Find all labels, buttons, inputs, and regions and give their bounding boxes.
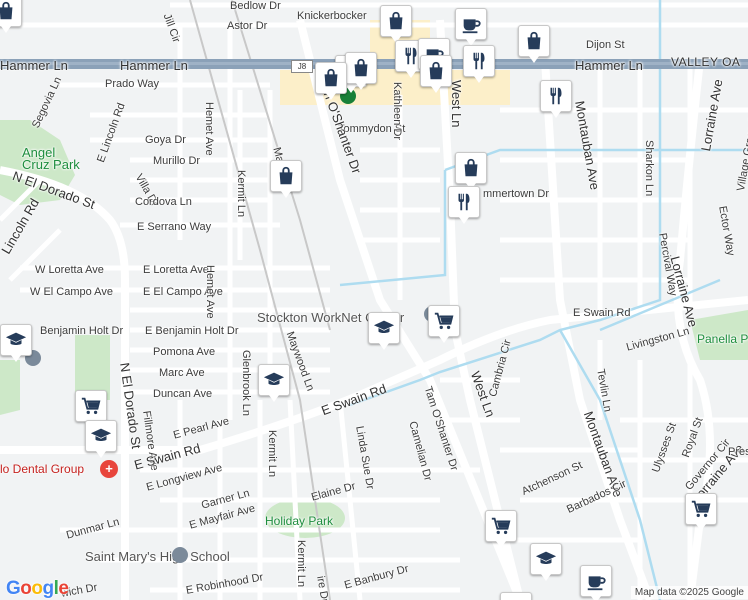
street-pomona: Pomona Ave <box>153 346 216 358</box>
school-dot-icon <box>172 547 188 563</box>
shopping-marker[interactable] <box>518 25 550 63</box>
street-benjamin-w: Benjamin Holt Dr <box>40 325 124 337</box>
restaurant-marker[interactable] <box>540 80 572 118</box>
school-marker[interactable] <box>368 312 400 350</box>
street-glenbrook: Glenbrook Ln <box>240 350 252 417</box>
shopping-cart-icon <box>80 395 102 417</box>
place-dental-group[interactable]: lo Dental Group <box>0 463 84 475</box>
shopping-bag-icon <box>275 165 297 187</box>
coffee-cup-icon <box>585 570 607 592</box>
shopping-marker[interactable] <box>455 152 487 190</box>
restaurant-marker[interactable] <box>448 186 480 224</box>
graduation-cap-icon <box>535 548 557 570</box>
place-angel-cruz-park[interactable]: Angel Cruz Park <box>22 146 82 171</box>
fork-knife-icon <box>468 50 490 72</box>
street-astor: Astor Dr <box>227 20 268 32</box>
school-marker[interactable] <box>258 364 290 402</box>
road-valley-oak: VALLEY OA <box>671 55 741 69</box>
school-marker[interactable] <box>530 543 562 581</box>
shopping-marker[interactable] <box>420 55 452 93</box>
street-kermit-top: Kermit Ln <box>235 170 247 218</box>
street-summertown: mmertown Dr <box>483 188 550 200</box>
grocery-marker[interactable] <box>485 510 517 548</box>
shopping-bag-icon <box>523 30 545 52</box>
place-holiday-park[interactable]: Holiday Park <box>265 515 333 527</box>
place-saint-marys[interactable]: Saint Mary's High School <box>85 550 230 563</box>
shopping-bag-icon <box>0 0 17 22</box>
grocery-marker[interactable] <box>75 390 107 428</box>
street-e-serrano: E Serrano Way <box>137 221 212 233</box>
shopping-cart-icon <box>690 498 712 520</box>
coffee-cup-icon <box>460 13 482 35</box>
medical-cross-icon: + <box>100 460 118 478</box>
shopping-bag-icon <box>385 10 407 32</box>
shopping-marker[interactable] <box>380 5 412 43</box>
graduation-cap-icon <box>373 317 395 339</box>
street-w-loretta: W Loretta Ave <box>35 264 104 276</box>
fork-knife-icon <box>545 85 567 107</box>
street-dijon: Dijon St <box>586 39 625 51</box>
grocery-marker[interactable] <box>685 493 717 531</box>
street-west-top: West Ln <box>449 80 464 128</box>
shopping-cart-icon <box>433 310 455 332</box>
shopping-bag-icon <box>425 60 447 82</box>
street-goya: Goya Dr <box>145 134 186 146</box>
shopping-bag-icon <box>460 157 482 179</box>
street-sharkon: Sharkon Ln <box>643 140 655 197</box>
street-kathleen: Kathleen Dr <box>391 82 403 141</box>
shopping-marker[interactable] <box>0 0 22 33</box>
street-duncan: Duncan Ave <box>153 388 213 400</box>
street-prado: Prado Way <box>105 78 160 90</box>
school-marker[interactable] <box>85 420 117 458</box>
street-kermit-mid: Kermit Ln <box>266 430 278 478</box>
street-hammer-right: Hammer Ln <box>575 58 643 73</box>
shopping-marker[interactable] <box>270 160 302 198</box>
fork-knife-icon <box>453 191 475 213</box>
restaurant-marker[interactable] <box>463 45 495 83</box>
street-benjamin-e: E Benjamin Holt Dr <box>145 325 239 337</box>
school-marker[interactable] <box>500 592 532 600</box>
graduation-cap-icon <box>5 329 27 351</box>
street-w-el-campo: W El Campo Ave <box>30 286 113 298</box>
shopping-cart-icon <box>490 515 512 537</box>
street-cordova: Cordova Ln <box>135 196 192 208</box>
shopping-marker[interactable] <box>345 52 377 90</box>
street-kermit-low: Kermit Ln <box>295 540 307 588</box>
street-pres: Pres <box>728 446 748 458</box>
place-panella-park[interactable]: Panella P <box>697 333 748 345</box>
cafe-marker[interactable] <box>580 565 612 600</box>
highway-shield-j8: J8 <box>291 60 313 73</box>
street-bedlow: Bedlow Dr <box>230 0 281 12</box>
street-murillo: Murillo Dr <box>153 155 201 167</box>
google-logo: Google <box>6 578 69 599</box>
street-hammer-left: Hammer Ln <box>0 58 68 73</box>
street-e-loretta: E Loretta Ave <box>143 264 209 276</box>
map-base-layer <box>0 0 748 600</box>
grocery-marker[interactable] <box>428 305 460 343</box>
street-marc: Marc Ave <box>159 367 205 379</box>
cafe-marker[interactable] <box>455 8 487 46</box>
map-canvas[interactable]: Bedlow Dr Astor Dr Knickerbocker Jill Ci… <box>0 0 748 600</box>
street-knickerbocker: Knickerbocker <box>297 10 367 22</box>
map-attribution[interactable]: Map data ©2025 Google <box>630 586 748 599</box>
graduation-cap-icon <box>263 369 285 391</box>
school-marker[interactable] <box>0 324 32 362</box>
shopping-marker[interactable] <box>315 62 347 100</box>
shopping-bag-icon <box>320 67 342 89</box>
street-hemet-top: Hemet Ave <box>203 102 215 156</box>
graduation-cap-icon <box>90 425 112 447</box>
street-e-swain-right: E Swain Rd <box>573 307 631 319</box>
street-hemet-mid: Hemet Ave <box>204 265 216 319</box>
shopping-bag-icon <box>350 57 372 79</box>
street-hammer-mid: Hammer Ln <box>120 58 188 73</box>
